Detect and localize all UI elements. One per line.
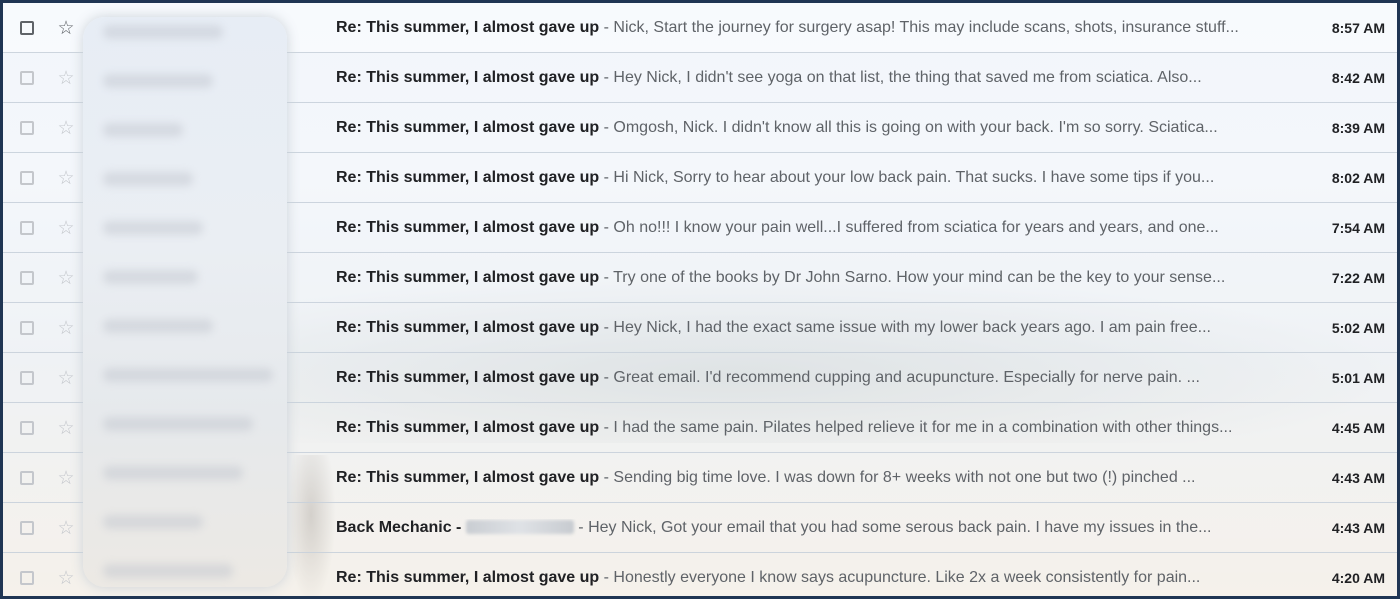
- subject-separator: -: [599, 418, 614, 436]
- email-time: 4:43 AM: [1331, 469, 1385, 486]
- email-snippet: I had the same pain. Pilates helped reli…: [613, 418, 1233, 436]
- subject-separator: -: [599, 68, 614, 86]
- email-content[interactable]: Re: This summer, I almost gave up - Oh n…: [336, 219, 1271, 237]
- select-checkbox[interactable]: [20, 420, 34, 435]
- subject-separator: -: [599, 168, 614, 186]
- email-content[interactable]: Re: This summer, I almost gave up - Try …: [336, 269, 1271, 287]
- select-checkbox[interactable]: [20, 520, 34, 535]
- email-snippet: Omgosh, Nick. I didn't know all this is …: [613, 118, 1218, 136]
- email-content[interactable]: Re: This summer, I almost gave up - Hey …: [336, 69, 1271, 87]
- redacted-text: [465, 520, 574, 535]
- email-subject: Re: This summer, I almost gave up: [336, 218, 600, 236]
- select-checkbox[interactable]: [20, 20, 34, 35]
- star-icon[interactable]: ☆: [55, 18, 77, 38]
- email-snippet: Nick, Start the journey for surgery asap…: [613, 18, 1239, 36]
- subject-separator: -: [599, 318, 614, 336]
- email-subject: Re: This summer, I almost gave up: [336, 318, 600, 336]
- email-snippet: Great email. I'd recommend cupping and a…: [613, 368, 1200, 386]
- email-time: 4:20 AM: [1331, 569, 1385, 586]
- select-checkbox[interactable]: [20, 470, 34, 485]
- email-subject: Re: This summer, I almost gave up: [336, 18, 600, 36]
- email-subject: Re: This summer, I almost gave up: [336, 568, 600, 586]
- subject-separator: -: [599, 568, 614, 586]
- star-icon[interactable]: ☆: [55, 468, 77, 488]
- email-time: 8:39 AM: [1331, 119, 1385, 136]
- email-snippet: Hey Nick, I had the exact same issue wit…: [613, 318, 1211, 336]
- email-content[interactable]: Re: This summer, I almost gave up - Hi N…: [336, 169, 1271, 187]
- subject-separator: -: [599, 218, 614, 236]
- subject-separator: -: [599, 468, 614, 486]
- email-subject: Re: This summer, I almost gave up: [336, 118, 600, 136]
- email-content[interactable]: Re: This summer, I almost gave up - I ha…: [336, 419, 1271, 437]
- email-snippet: Hey Nick, I didn't see yoga on that list…: [613, 68, 1202, 86]
- star-icon[interactable]: ☆: [55, 318, 77, 338]
- email-time: 7:54 AM: [1331, 219, 1385, 236]
- star-icon[interactable]: ☆: [55, 418, 77, 438]
- email-subject: Re: This summer, I almost gave up: [336, 168, 600, 186]
- email-time: 4:45 AM: [1331, 419, 1385, 436]
- email-subject: Back Mechanic -: [336, 518, 462, 536]
- inbox-frame: ☆ Re: This summer, I almost gave up - Ni…: [0, 0, 1400, 599]
- email-snippet: Try one of the books by Dr John Sarno. H…: [613, 268, 1226, 286]
- email-time: 4:43 AM: [1331, 519, 1385, 536]
- email-subject: Re: This summer, I almost gave up: [336, 368, 600, 386]
- email-content[interactable]: Re: This summer, I almost gave up - Omgo…: [336, 119, 1271, 137]
- email-subject: Re: This summer, I almost gave up: [336, 418, 600, 436]
- select-checkbox[interactable]: [20, 320, 34, 335]
- star-icon[interactable]: ☆: [55, 368, 77, 388]
- star-icon[interactable]: ☆: [55, 68, 77, 88]
- star-icon[interactable]: ☆: [55, 118, 77, 138]
- select-checkbox[interactable]: [20, 270, 34, 285]
- email-time: 5:01 AM: [1331, 369, 1385, 386]
- email-content[interactable]: Re: This summer, I almost gave up - Grea…: [336, 369, 1271, 387]
- email-subject: Re: This summer, I almost gave up: [336, 268, 600, 286]
- email-content[interactable]: Back Mechanic - - Hey Nick, Got your ema…: [336, 519, 1271, 537]
- email-content[interactable]: Re: This summer, I almost gave up - Hone…: [336, 569, 1271, 587]
- star-icon[interactable]: ☆: [55, 218, 77, 238]
- email-content[interactable]: Re: This summer, I almost gave up - Nick…: [336, 19, 1271, 37]
- email-snippet: Hi Nick, Sorry to hear about your low ba…: [613, 168, 1215, 186]
- subject-separator: -: [599, 18, 614, 36]
- star-icon[interactable]: ☆: [55, 268, 77, 288]
- select-checkbox[interactable]: [20, 570, 34, 585]
- email-snippet: Sending big time love. I was down for 8+…: [613, 468, 1196, 486]
- select-checkbox[interactable]: [20, 370, 34, 385]
- select-checkbox[interactable]: [20, 170, 34, 185]
- email-time: 8:42 AM: [1331, 69, 1385, 86]
- subject-separator: -: [599, 118, 614, 136]
- email-subject: Re: This summer, I almost gave up: [336, 468, 600, 486]
- email-time: 7:22 AM: [1331, 269, 1385, 286]
- email-time: 8:57 AM: [1331, 19, 1385, 36]
- redacted-senders: [83, 17, 287, 587]
- email-time: 5:02 AM: [1331, 319, 1385, 336]
- select-checkbox[interactable]: [20, 120, 34, 135]
- star-icon[interactable]: ☆: [55, 518, 77, 538]
- subject-separator: -: [573, 518, 589, 536]
- email-snippet: Hey Nick, Got your email that you had so…: [588, 518, 1212, 536]
- email-snippet: Oh no!!! I know your pain well...I suffe…: [613, 218, 1219, 236]
- email-time: 8:02 AM: [1331, 169, 1385, 186]
- email-subject: Re: This summer, I almost gave up: [336, 68, 600, 86]
- email-snippet: Honestly everyone I know says acupunctur…: [613, 568, 1201, 586]
- email-content[interactable]: Re: This summer, I almost gave up - Hey …: [336, 319, 1271, 337]
- email-content[interactable]: Re: This summer, I almost gave up - Send…: [336, 469, 1271, 487]
- subject-separator: -: [599, 368, 614, 386]
- star-icon[interactable]: ☆: [55, 568, 77, 588]
- star-icon[interactable]: ☆: [55, 168, 77, 188]
- subject-separator: -: [599, 268, 614, 286]
- select-checkbox[interactable]: [20, 220, 34, 235]
- select-checkbox[interactable]: [20, 70, 34, 85]
